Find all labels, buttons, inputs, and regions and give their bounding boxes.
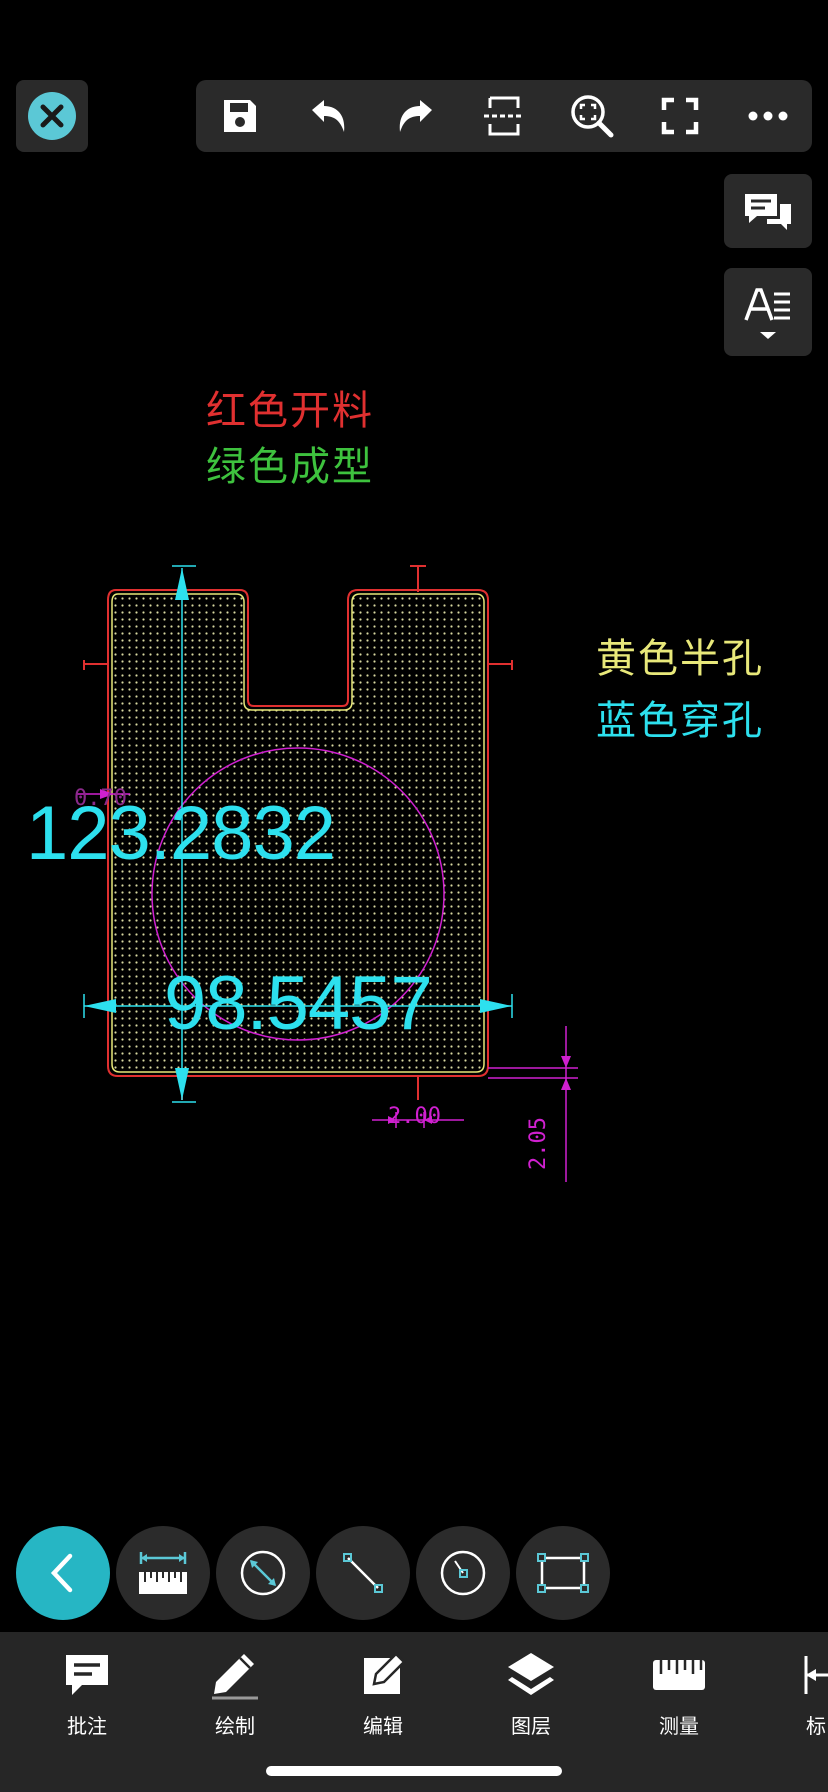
layers-icon <box>506 1648 556 1702</box>
redo-icon[interactable] <box>388 88 444 144</box>
legend-red: 红色开料 <box>206 388 374 434</box>
close-button[interactable] <box>16 80 88 152</box>
nav-edit[interactable]: 编辑 <box>328 1648 438 1739</box>
draw-pencil-icon <box>210 1648 260 1702</box>
rectangle-area-icon <box>537 1553 589 1593</box>
nav-measure[interactable]: 测量 <box>624 1648 734 1739</box>
nav-measure-label: 测量 <box>659 1714 699 1738</box>
edit-icon <box>360 1648 406 1702</box>
more-icon[interactable] <box>740 88 796 144</box>
save-icon[interactable] <box>212 88 268 144</box>
nav-draw-label: 绘制 <box>215 1714 255 1738</box>
line-measure-button[interactable] <box>316 1526 410 1620</box>
home-indicator <box>266 1766 562 1776</box>
nav-dimension[interactable]: 标 <box>772 1648 828 1739</box>
nav-annotation[interactable]: 批注 <box>32 1648 142 1739</box>
legend-yellow: 黄色半孔 <box>596 636 764 682</box>
circle-diameter-button[interactable] <box>216 1526 310 1620</box>
close-icon <box>28 92 76 140</box>
legend-green: 绿色成型 <box>206 444 374 490</box>
nav-annotation-label: 批注 <box>67 1714 107 1738</box>
dim-small-h: 2.00 <box>388 1104 441 1129</box>
radius-button[interactable] <box>416 1526 510 1620</box>
rectangle-area-button[interactable] <box>516 1526 610 1620</box>
dim-horizontal-value[interactable]: 98.5457 <box>164 960 433 1047</box>
nav-edit-label: 编辑 <box>363 1714 403 1738</box>
line-measure-icon <box>343 1553 383 1593</box>
radius-icon <box>440 1550 486 1596</box>
undo-icon[interactable] <box>300 88 356 144</box>
legend-blue: 蓝色穿孔 <box>596 698 764 744</box>
nav-layers-label: 图层 <box>511 1714 551 1738</box>
dim-small-v: 2.05 <box>526 1117 551 1170</box>
nav-layers[interactable]: 图层 <box>476 1648 586 1739</box>
circle-diameter-icon <box>240 1550 286 1596</box>
back-button[interactable] <box>16 1526 110 1620</box>
nav-dimension-label: 标 <box>806 1714 826 1738</box>
ruler-distance-icon <box>139 1552 187 1594</box>
top-toolbar <box>196 80 812 152</box>
back-icon <box>50 1553 73 1593</box>
nav-draw[interactable]: 绘制 <box>180 1648 290 1739</box>
measure-ruler-icon <box>651 1648 707 1702</box>
ruler-distance-button[interactable] <box>116 1526 210 1620</box>
fullscreen-icon[interactable] <box>652 88 708 144</box>
annotation-icon <box>64 1648 110 1702</box>
drawing-canvas[interactable]: 红色开料 绿色成型 黄色半孔 蓝色穿孔 0.70 123.2832 98.545… <box>0 160 828 1520</box>
dimension-icon <box>772 1648 828 1702</box>
dim-vertical-value[interactable]: 123.2832 <box>26 790 336 877</box>
zoom-fit-icon[interactable] <box>564 88 620 144</box>
split-view-icon[interactable] <box>476 88 532 144</box>
